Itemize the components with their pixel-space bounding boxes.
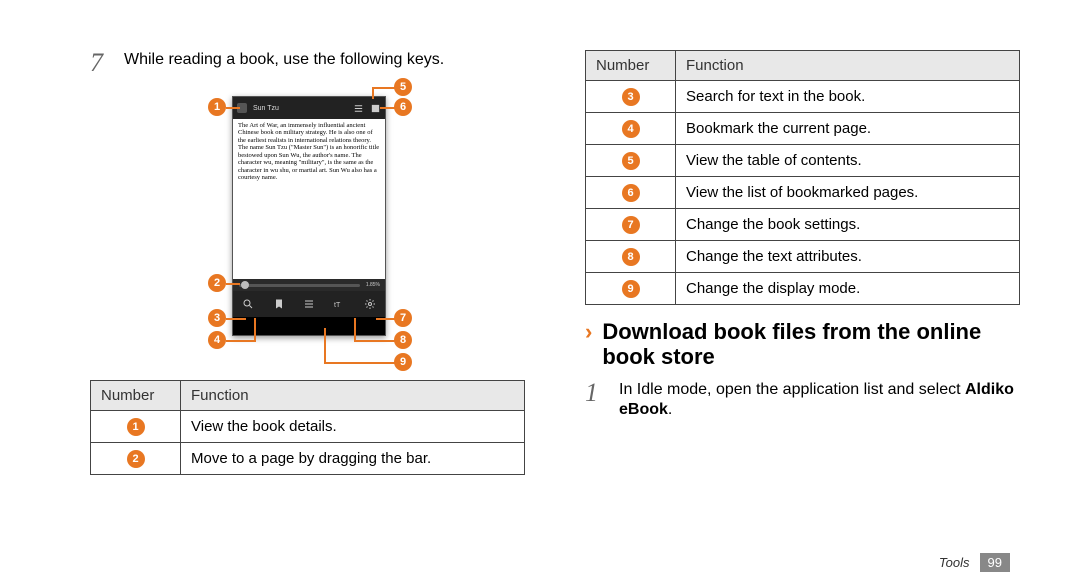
function-cell: Bookmark the current page. xyxy=(676,113,1020,145)
function-table-2: Number Function 3 Search for text in the… xyxy=(585,50,1020,305)
col-function-header: Function xyxy=(181,381,525,411)
callout-9: 9 xyxy=(394,353,412,371)
callout-5: 5 xyxy=(394,78,412,96)
callout-7: 7 xyxy=(394,309,412,327)
step-7: 7 While reading a book, use the followin… xyxy=(90,50,525,76)
table-row: 3 Search for text in the book. xyxy=(586,81,1020,113)
gear-icon xyxy=(364,298,376,310)
progress-bar: 1.85% xyxy=(233,279,385,291)
step-text-suffix: . xyxy=(668,401,672,418)
function-table-1: Number Function 1 View the book details.… xyxy=(90,380,525,475)
step-1: 1 In Idle mode, open the application lis… xyxy=(585,380,1020,422)
col-number-header: Number xyxy=(91,381,181,411)
table-row: 2 Move to a page by dragging the bar. xyxy=(91,443,525,475)
page-footer: Tools 99 xyxy=(939,553,1010,572)
callout-4: 4 xyxy=(208,331,226,349)
section-heading: › Download book files from the online bo… xyxy=(585,319,1020,370)
num-badge: 7 xyxy=(622,216,640,234)
callout-1: 1 xyxy=(208,98,226,116)
num-badge: 5 xyxy=(622,152,640,170)
table-row: 1 View the book details. xyxy=(91,411,525,443)
svg-text:tT: tT xyxy=(334,302,341,309)
section-heading-text: Download book files from the online book… xyxy=(602,319,1020,370)
toc-top-icon xyxy=(353,103,364,114)
col-function-header: Function xyxy=(676,51,1020,81)
step-number: 7 xyxy=(90,50,110,76)
callout-2: 2 xyxy=(208,274,226,292)
text-size-icon: tT xyxy=(333,298,345,310)
function-cell: View the book details. xyxy=(181,411,525,443)
step-text-prefix: In Idle mode, open the application list … xyxy=(619,381,965,398)
num-badge: 9 xyxy=(622,280,640,298)
table-row: 9 Change the display mode. xyxy=(586,273,1020,305)
table-row: 8 Change the text attributes. xyxy=(586,241,1020,273)
function-cell: Search for text in the book. xyxy=(676,81,1020,113)
step-number: 1 xyxy=(585,380,605,406)
function-cell: Change the display mode. xyxy=(676,273,1020,305)
search-icon xyxy=(242,298,254,310)
reader-toolbar: tT xyxy=(233,291,385,317)
num-badge: 2 xyxy=(127,450,145,468)
function-cell: View the list of bookmarked pages. xyxy=(676,177,1020,209)
table-row: 4 Bookmark the current page. xyxy=(586,113,1020,145)
progress-percent: 1.85% xyxy=(366,282,385,288)
footer-section: Tools xyxy=(939,555,970,570)
bookmark-icon xyxy=(273,298,285,310)
step-text: While reading a book, use the following … xyxy=(124,50,444,71)
table-row: 5 View the table of contents. xyxy=(586,145,1020,177)
col-number-header: Number xyxy=(586,51,676,81)
callout-3: 3 xyxy=(208,309,226,327)
function-cell: Change the text attributes. xyxy=(676,241,1020,273)
function-cell: View the table of contents. xyxy=(676,145,1020,177)
num-badge: 4 xyxy=(622,120,640,138)
book-title-label: Sun Tzu xyxy=(253,105,279,112)
function-cell: Move to a page by dragging the bar. xyxy=(181,443,525,475)
reader-page: The Art of War, an immensely influential… xyxy=(233,119,385,279)
footer-page-number: 99 xyxy=(980,553,1010,572)
table-row: 7 Change the book settings. xyxy=(586,209,1020,241)
step-text: In Idle mode, open the application list … xyxy=(619,380,1020,422)
ereader-diagram: 1 2 3 4 5 6 7 8 9 xyxy=(124,84,525,374)
phone-mock: Sun Tzu The Art of War, an immensely inf… xyxy=(232,96,386,336)
callout-6: 6 xyxy=(394,98,412,116)
reader-topbar: Sun Tzu xyxy=(233,97,385,119)
num-badge: 1 xyxy=(127,418,145,436)
progress-slider xyxy=(239,284,360,287)
num-badge: 6 xyxy=(622,184,640,202)
num-badge: 8 xyxy=(622,248,640,266)
table-row: 6 View the list of bookmarked pages. xyxy=(586,177,1020,209)
num-badge: 3 xyxy=(622,88,640,106)
callout-8: 8 xyxy=(394,331,412,349)
chevron-icon: › xyxy=(585,319,592,344)
function-cell: Change the book settings. xyxy=(676,209,1020,241)
list-icon xyxy=(303,298,315,310)
